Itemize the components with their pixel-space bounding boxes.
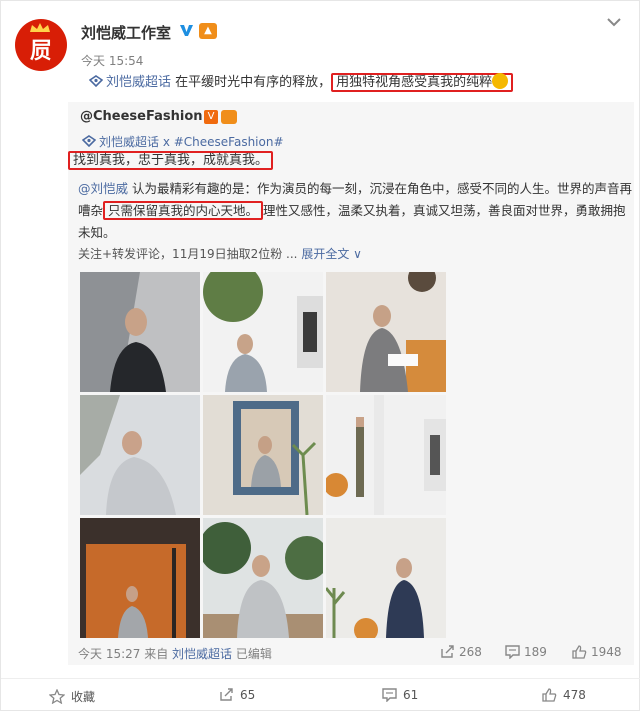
photo-4[interactable] xyxy=(80,395,200,515)
photo-8[interactable] xyxy=(203,518,323,638)
repost-icon xyxy=(441,645,454,658)
crown-icon xyxy=(30,23,50,32)
chevron-down-icon[interactable] xyxy=(607,17,621,27)
photo-6[interactable] xyxy=(326,395,446,515)
super-topic-icon xyxy=(89,75,103,87)
like-count[interactable]: 1948 xyxy=(572,645,622,659)
author-name[interactable]: 刘恺威工作室 xyxy=(81,22,171,43)
photo-7[interactable] xyxy=(80,518,200,638)
photo-image xyxy=(326,395,446,515)
repost-footer-time: 今天 15:27 来自 刘恺威超话 已编辑 xyxy=(78,647,272,661)
comment-count[interactable]: 189 xyxy=(505,645,547,660)
repost-block[interactable]: @CheeseFashion V 刘恺威超话 x #CheeseFashion#… xyxy=(68,102,634,665)
like-button[interactable]: 478 xyxy=(542,688,586,702)
post-time[interactable]: 今天 15:54 xyxy=(81,52,143,69)
photo-image xyxy=(326,518,446,638)
repost-icon xyxy=(220,688,233,701)
thumb-up-icon xyxy=(572,645,587,659)
photo-image xyxy=(80,518,200,638)
comment-icon xyxy=(505,645,520,660)
repost-button[interactable]: 65 xyxy=(219,688,255,702)
post-text: 刘恺威超话 在平缓时光中有序的释放， 用独特视角感受真我的纯粹 xyxy=(89,71,514,97)
photo-image xyxy=(80,272,200,392)
photo-image xyxy=(203,518,323,638)
verified-v-icon xyxy=(180,25,193,36)
member-badge-icon: ▲ xyxy=(199,23,217,39)
verified-v-icon: V xyxy=(204,110,218,124)
photo-image xyxy=(203,395,323,515)
avatar[interactable]: 屃 xyxy=(15,19,67,71)
photo-5[interactable] xyxy=(203,395,323,515)
mention-link[interactable]: @刘恺威 xyxy=(78,181,128,196)
repost-user[interactable]: @CheeseFashion xyxy=(80,109,203,124)
expand-link[interactable]: 展开全文 ∨ xyxy=(301,247,362,261)
thumb-up-icon xyxy=(542,688,557,702)
member-badge-icon xyxy=(221,110,237,124)
thinking-emoji-icon xyxy=(492,73,509,89)
highlight-box: 用独特视角感受真我的纯粹 xyxy=(331,73,514,92)
repost-slogan: 找到真我，忠于真我，成就真我。 xyxy=(68,150,274,176)
weibo-post-card: 屃 刘恺威工作室 ▲ 今天 15:54 刘恺威超话 在平缓时光中有序的释放， 用独… xyxy=(0,0,640,711)
photo-3[interactable] xyxy=(326,272,446,392)
topic-link[interactable]: 刘恺威超话 xyxy=(89,75,171,90)
photo-9[interactable] xyxy=(326,518,446,638)
source-link[interactable]: 刘恺威超话 xyxy=(172,647,232,661)
photo-image xyxy=(80,395,200,515)
comment-button[interactable]: 61 xyxy=(382,688,418,703)
favorite-button[interactable]: 收藏 xyxy=(48,688,95,705)
repost-count[interactable]: 268 xyxy=(440,645,482,659)
super-topic-icon xyxy=(82,135,96,147)
photo-image xyxy=(203,272,323,392)
avatar-logo: 屃 xyxy=(29,38,52,64)
photo-image xyxy=(326,272,446,392)
star-icon xyxy=(48,688,66,705)
highlight-box: 只需保留真我的内心天地。 xyxy=(103,201,264,220)
comment-icon xyxy=(382,688,397,703)
photo-1[interactable] xyxy=(80,272,200,392)
repost-meta: 关注+转发评论，11月19日抽取2位粉 ... 展开全文 ∨ xyxy=(78,247,362,261)
repost-paragraph: @刘恺威 认为最精彩有趣的是：作为演员的每一刻，沉浸在角色中，感受不同的人生。世… xyxy=(78,181,632,240)
repost-topic[interactable]: 刘恺威超话 x #CheeseFashion# xyxy=(82,133,284,150)
action-bar: 收藏 65 61 478 xyxy=(1,678,640,711)
photo-2[interactable] xyxy=(203,272,323,392)
